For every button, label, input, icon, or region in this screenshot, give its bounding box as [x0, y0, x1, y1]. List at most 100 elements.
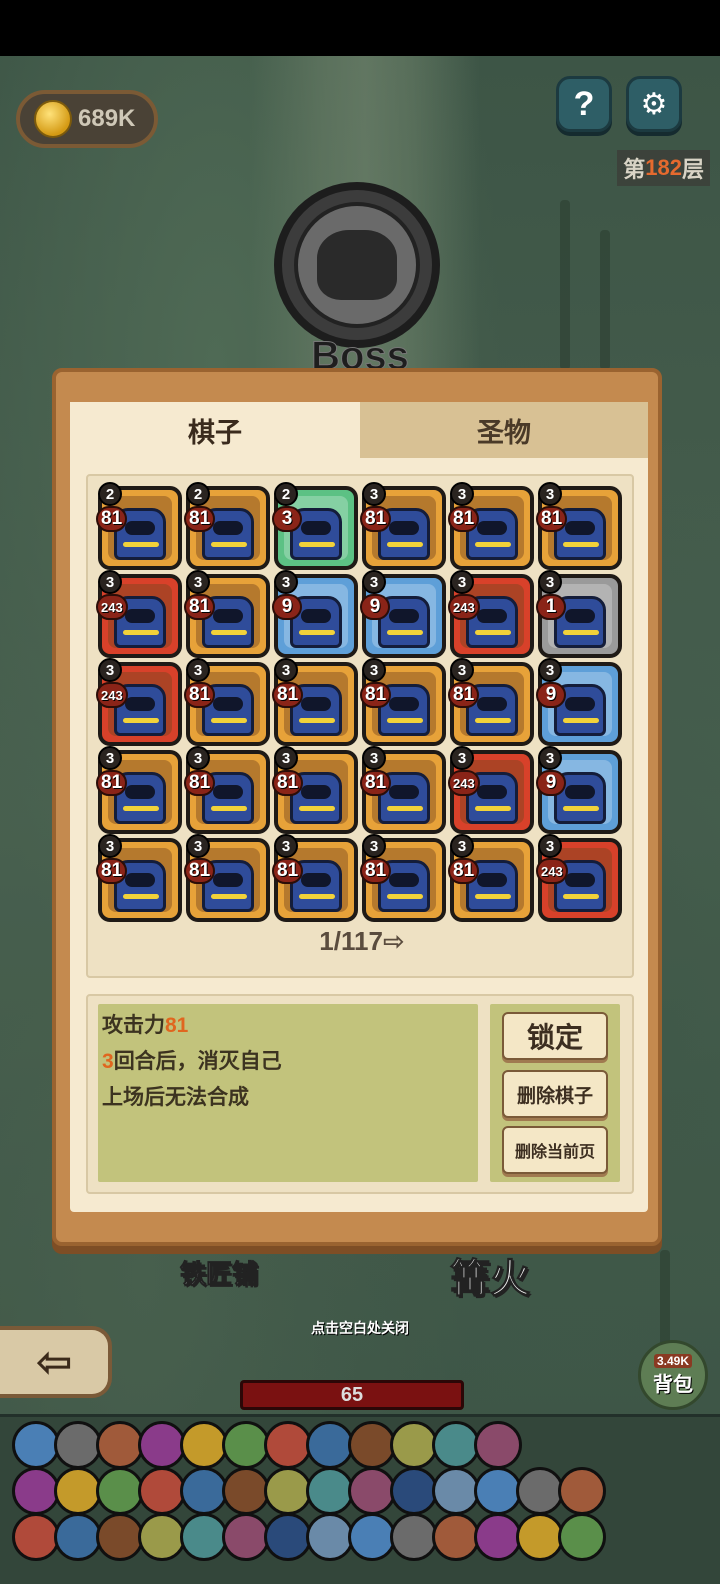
tray-piece-icon[interactable]	[306, 1467, 354, 1515]
piece-card[interactable]: 3 81	[272, 746, 358, 834]
tray-piece-icon[interactable]	[432, 1421, 480, 1469]
tray-piece-icon[interactable]	[12, 1513, 60, 1561]
piece-tray	[0, 1414, 720, 1584]
expire-turns: 3	[102, 1050, 114, 1073]
back-button[interactable]: ⇦	[0, 1326, 112, 1398]
pieces-grid: 2 81 2 81 2 3 3 81 3 81 3 81 3 243 3 81 3 9 3 9 3 243 3 1 3 243 3 8…	[96, 482, 626, 922]
tray-piece-icon[interactable]	[96, 1467, 144, 1515]
piece-card[interactable]: 3 81	[184, 658, 270, 746]
boss-node[interactable]	[274, 182, 440, 348]
tray-piece-icon[interactable]	[516, 1513, 564, 1561]
piece-card[interactable]: 3 81	[96, 746, 182, 834]
delete-piece-button[interactable]: 删除棋子	[502, 1070, 608, 1118]
piece-card[interactable]: 3 81	[184, 834, 270, 922]
piece-card[interactable]: 39	[360, 570, 446, 658]
turns-badge: 3	[274, 658, 298, 682]
tray-piece-icon[interactable]	[558, 1467, 606, 1515]
piece-card[interactable]: 3 81	[360, 658, 446, 746]
tray-piece-icon[interactable]	[138, 1467, 186, 1515]
turns-badge: 3	[98, 746, 122, 770]
piece-card[interactable]: 3 81	[360, 746, 446, 834]
tray-piece-icon[interactable]	[54, 1467, 102, 1515]
pager: 1/117⇨	[88, 926, 636, 957]
next-page-arrow-icon[interactable]: ⇨	[383, 926, 405, 956]
tray-piece-icon[interactable]	[306, 1421, 354, 1469]
tray-piece-icon[interactable]	[348, 1421, 396, 1469]
bag-button[interactable]: 3.49K 背包	[638, 1340, 708, 1410]
piece-card[interactable]: 31	[536, 570, 622, 658]
tray-piece-icon[interactable]	[180, 1467, 228, 1515]
tray-piece-icon[interactable]	[474, 1513, 522, 1561]
piece-card[interactable]: 3 243	[448, 570, 534, 658]
piece-card[interactable]: 3 81	[184, 746, 270, 834]
piece-card[interactable]: 3 81	[184, 570, 270, 658]
tray-row	[12, 1421, 522, 1469]
tab-relics[interactable]: 圣物	[360, 402, 648, 458]
tray-piece-icon[interactable]	[222, 1467, 270, 1515]
piece-card[interactable]: 3 243	[536, 834, 622, 922]
tray-piece-icon[interactable]	[474, 1467, 522, 1515]
piece-card[interactable]: 23	[272, 482, 358, 570]
turns-badge: 3	[450, 482, 474, 506]
tray-piece-icon[interactable]	[180, 1513, 228, 1561]
tab-pieces[interactable]: 棋子	[70, 402, 360, 458]
tray-piece-icon[interactable]	[432, 1467, 480, 1515]
tray-piece-icon[interactable]	[264, 1513, 312, 1561]
tray-piece-icon[interactable]	[432, 1513, 480, 1561]
help-button[interactable]: ?	[556, 76, 612, 132]
boss-avatar	[294, 202, 420, 328]
tray-piece-icon[interactable]	[390, 1421, 438, 1469]
tray-piece-icon[interactable]	[54, 1421, 102, 1469]
tray-piece-icon[interactable]	[264, 1467, 312, 1515]
tray-piece-icon[interactable]	[180, 1421, 228, 1469]
piece-card[interactable]: 39	[536, 658, 622, 746]
smithy-label[interactable]: 铁匠铺	[179, 1254, 258, 1291]
piece-card[interactable]: 3 81	[448, 658, 534, 746]
lock-button[interactable]: 锁定	[502, 1012, 608, 1060]
tray-piece-icon[interactable]	[138, 1513, 186, 1561]
tray-piece-icon[interactable]	[264, 1421, 312, 1469]
piece-card[interactable]: 3 81	[96, 834, 182, 922]
tray-piece-icon[interactable]	[222, 1421, 270, 1469]
tray-piece-icon[interactable]	[306, 1513, 354, 1561]
tray-piece-icon[interactable]	[12, 1467, 60, 1515]
piece-card[interactable]: 3 243	[96, 658, 182, 746]
piece-card[interactable]: 3 81	[448, 482, 534, 570]
turns-badge: 3	[362, 658, 386, 682]
turns-badge: 2	[186, 482, 210, 506]
tray-piece-icon[interactable]	[138, 1421, 186, 1469]
tray-piece-icon[interactable]	[54, 1513, 102, 1561]
attack-badge: 9	[536, 682, 566, 708]
turns-badge: 3	[98, 570, 122, 594]
delete-page-button[interactable]: 删除当前页	[502, 1126, 608, 1174]
coin-icon	[34, 100, 72, 138]
tray-piece-icon[interactable]	[12, 1421, 60, 1469]
piece-card[interactable]: 39	[272, 570, 358, 658]
tray-piece-icon[interactable]	[348, 1513, 396, 1561]
tray-piece-icon[interactable]	[222, 1513, 270, 1561]
tray-piece-icon[interactable]	[96, 1513, 144, 1561]
tray-piece-icon[interactable]	[348, 1467, 396, 1515]
piece-card[interactable]: 39	[536, 746, 622, 834]
piece-card[interactable]: 2 81	[184, 482, 270, 570]
campfire-label[interactable]: 篝火	[450, 1246, 531, 1304]
attack-value: 81	[165, 1014, 189, 1037]
piece-card[interactable]: 3 81	[448, 834, 534, 922]
piece-card[interactable]: 2 81	[96, 482, 182, 570]
tray-piece-icon[interactable]	[516, 1467, 564, 1515]
tray-piece-icon[interactable]	[96, 1421, 144, 1469]
piece-card[interactable]: 3 243	[96, 570, 182, 658]
tray-piece-icon[interactable]	[390, 1467, 438, 1515]
tray-piece-icon[interactable]	[474, 1421, 522, 1469]
tray-piece-icon[interactable]	[558, 1513, 606, 1561]
attack-badge: 81	[536, 506, 568, 532]
settings-button[interactable]: ⚙	[626, 76, 682, 132]
piece-card[interactable]: 3 81	[536, 482, 622, 570]
tray-piece-icon[interactable]	[390, 1513, 438, 1561]
piece-card[interactable]: 3 243	[448, 746, 534, 834]
piece-description: 攻击力81 3回合后，消灭自己 上场后无法合成	[98, 1004, 478, 1182]
piece-card[interactable]: 3 81	[272, 658, 358, 746]
piece-card[interactable]: 3 81	[360, 482, 446, 570]
piece-card[interactable]: 3 81	[360, 834, 446, 922]
piece-card[interactable]: 3 81	[272, 834, 358, 922]
